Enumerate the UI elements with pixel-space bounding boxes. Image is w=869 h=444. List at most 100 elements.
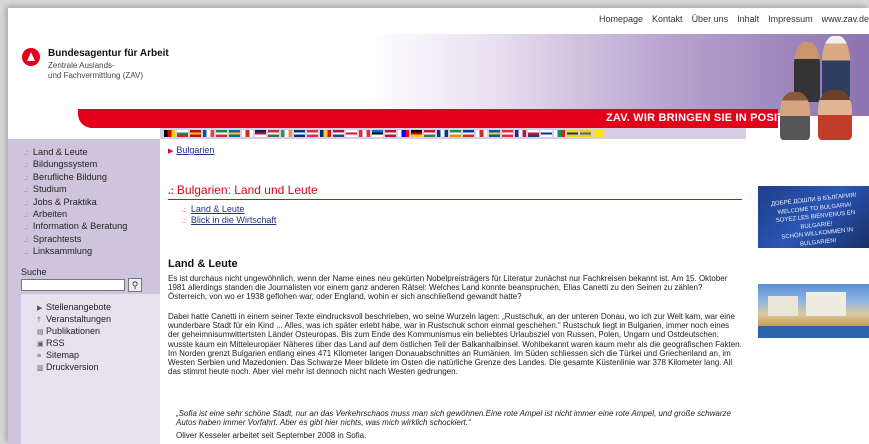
logo-subtitle: Zentrale Auslands- und Fachvermittlung (… <box>48 61 143 80</box>
sidebar-extra-rss[interactable]: ▣ RSS <box>37 338 111 350</box>
sidebar-item-label: Arbeiten <box>32 209 68 220</box>
flag-icon[interactable] <box>372 130 383 137</box>
paragraph-2: Dabei hatte Canetti in einem seiner Text… <box>168 312 742 377</box>
bullet-icon: .: <box>24 224 28 232</box>
section-links: .: Land & Leute .: Blick in die Wirtschaft <box>182 204 277 226</box>
print-icon: ▥ <box>37 365 44 372</box>
flag-icon[interactable] <box>411 130 422 137</box>
topnav-ueber-uns[interactable]: Über uns <box>692 14 729 24</box>
logo-title: Bundesagentur für Arbeit <box>48 48 169 59</box>
author-note: Oliver Kesseler arbeitet seit September … <box>176 431 367 440</box>
sidebar-item-label: Berufliche Bildung <box>32 171 107 182</box>
flag-icon[interactable] <box>281 130 292 137</box>
sidebar-item-sprachtests[interactable]: .: Sprachtests <box>24 234 127 246</box>
flag-icon[interactable] <box>476 130 487 137</box>
coast-photo <box>758 284 869 338</box>
flag-icon[interactable] <box>164 130 175 137</box>
bullet-icon: .: <box>24 249 28 257</box>
logo[interactable]: Bundesagentur für Arbeit Zentrale Auslan… <box>22 48 169 81</box>
quote: „Sofia ist eine sehr schöne Stadt, nur a… <box>176 409 731 428</box>
flag-icon[interactable] <box>398 130 409 137</box>
bullet-icon: .: <box>182 207 186 214</box>
breadcrumb-link-bulgarien[interactable]: Bulgarien <box>176 145 214 155</box>
sidebar-item-information-beratung[interactable]: .: Information & Beratung <box>24 221 127 233</box>
sidebar-item-bildungssystem[interactable]: .: Bildungssystem <box>24 159 127 171</box>
flag-icon[interactable] <box>437 130 448 137</box>
bullet-icon: .: <box>24 150 28 157</box>
flag-icon[interactable] <box>567 130 578 137</box>
sidebar-item-label: Jobs & Praktika <box>32 196 97 207</box>
flag-icon[interactable] <box>359 130 370 137</box>
flag-icon[interactable] <box>177 130 188 137</box>
flag-icon[interactable] <box>333 130 344 137</box>
flag-icon[interactable] <box>463 130 474 137</box>
flag-icon[interactable] <box>346 130 357 137</box>
bullet-icon: .: <box>24 199 28 207</box>
sidebar-extra-sitemap[interactable]: ≡ Sitemap <box>37 350 111 362</box>
flag-icon[interactable] <box>216 130 227 137</box>
welcome-sign-text: ДОБРЕ ДОШЛИ В БЪЛГАРИЯ! WELCOME TO BULGA… <box>770 192 857 248</box>
sidebar-extra-veranstaltungen[interactable]: † Veranstaltungen <box>37 314 111 326</box>
flag-icon[interactable] <box>255 130 266 137</box>
sidebar-item-label: Studium <box>32 184 67 195</box>
bullet-icon: .: <box>24 212 28 220</box>
flag-icon[interactable] <box>190 130 201 137</box>
sidebar-extra-label: Sitemap <box>46 350 80 360</box>
flag-icon[interactable] <box>229 130 240 137</box>
sidebar-extra-druckversion[interactable]: ▥ Druckversion <box>37 362 111 374</box>
flag-icon[interactable] <box>489 130 500 137</box>
sidebar-extra-label: RSS <box>46 338 65 348</box>
topnav-kontakt[interactable]: Kontakt <box>652 14 683 24</box>
topnav-inhalt[interactable]: Inhalt <box>737 14 759 24</box>
search-button[interactable]: ⚲ <box>128 278 142 292</box>
section-title: Land & Leute <box>168 258 238 270</box>
sidebar-extra-publikationen[interactable]: ▤ Publikationen <box>37 326 111 338</box>
page-title: .: Bulgarien: Land und Leute <box>168 183 742 200</box>
flag-icon[interactable] <box>541 130 552 137</box>
ba-logo-icon <box>22 48 40 66</box>
sidebar-item-jobs-praktika[interactable]: .: Jobs & Praktika <box>24 197 127 209</box>
sidebar-item-label: Bildungssystem <box>32 159 98 170</box>
flag-icon[interactable] <box>385 130 396 137</box>
extras-list: ▶ Stellenangebote † Veranstaltungen ▤ Publika… <box>37 302 111 374</box>
publication-icon: ▤ <box>37 329 44 336</box>
sidebar-item-linksammlung[interactable]: .: Linksammlung <box>24 246 127 258</box>
paragraph-1: Es ist durchaus nicht ungewöhnlich, wenn… <box>168 274 728 302</box>
flag-icon[interactable] <box>242 130 253 137</box>
flag-icon[interactable] <box>307 130 318 137</box>
flag-icon[interactable] <box>515 130 526 137</box>
flag-icon[interactable] <box>554 130 565 137</box>
sidebar-item-arbeiten[interactable]: .: Arbeiten <box>24 209 127 221</box>
sidebar-item-land-leute[interactable]: .: Land & Leute <box>24 147 127 159</box>
flag-icon[interactable] <box>580 130 591 137</box>
sidebar-extra-stellenangebote[interactable]: ▶ Stellenangebote <box>37 302 111 314</box>
header-people-photo <box>774 34 869 140</box>
flag-icon[interactable] <box>268 130 279 137</box>
top-nav: Homepage Kontakt Über uns Inhalt Impress… <box>599 14 869 24</box>
sidebar-extra-label: Stellenangebote <box>46 302 112 312</box>
flag-icon[interactable] <box>450 130 461 137</box>
flag-icon[interactable] <box>528 130 539 137</box>
flag-icon[interactable] <box>502 130 513 137</box>
flag-icon[interactable] <box>424 130 435 137</box>
flag-icon[interactable] <box>320 130 331 137</box>
welcome-sign-photo: ДОБРЕ ДОШЛИ В БЪЛГАРИЯ! WELCOME TO BULGA… <box>758 186 869 248</box>
link-land-leute[interactable]: Land & Leute <box>191 204 245 214</box>
flag-icon[interactable] <box>294 130 305 137</box>
sidebar-item-label: Land & Leute <box>32 147 88 157</box>
sidebar-item-label: Information & Beratung <box>32 221 128 232</box>
country-flag-bar <box>160 128 746 139</box>
sidebar-item-studium[interactable]: .: Studium <box>24 184 127 196</box>
flag-icon[interactable] <box>203 130 214 137</box>
flag-icon[interactable] <box>593 130 604 137</box>
arrow-icon: ▶ <box>37 305 43 312</box>
bullet-icon: .: <box>24 236 28 244</box>
link-wirtschaft[interactable]: Blick in die Wirtschaft <box>191 215 277 225</box>
search-input[interactable] <box>21 279 125 291</box>
topnav-impressum[interactable]: Impressum <box>768 14 813 24</box>
topnav-zav-link[interactable]: www.zav.de <box>822 14 869 24</box>
topnav-homepage[interactable]: Homepage <box>599 14 643 24</box>
bullet-icon: .: <box>182 217 186 225</box>
sidebar-item-berufliche-bildung[interactable]: .: Berufliche Bildung <box>24 172 127 184</box>
left-nav-menu: .: Land & Leute.: Bildungssystem.: Beruflic… <box>24 147 127 259</box>
